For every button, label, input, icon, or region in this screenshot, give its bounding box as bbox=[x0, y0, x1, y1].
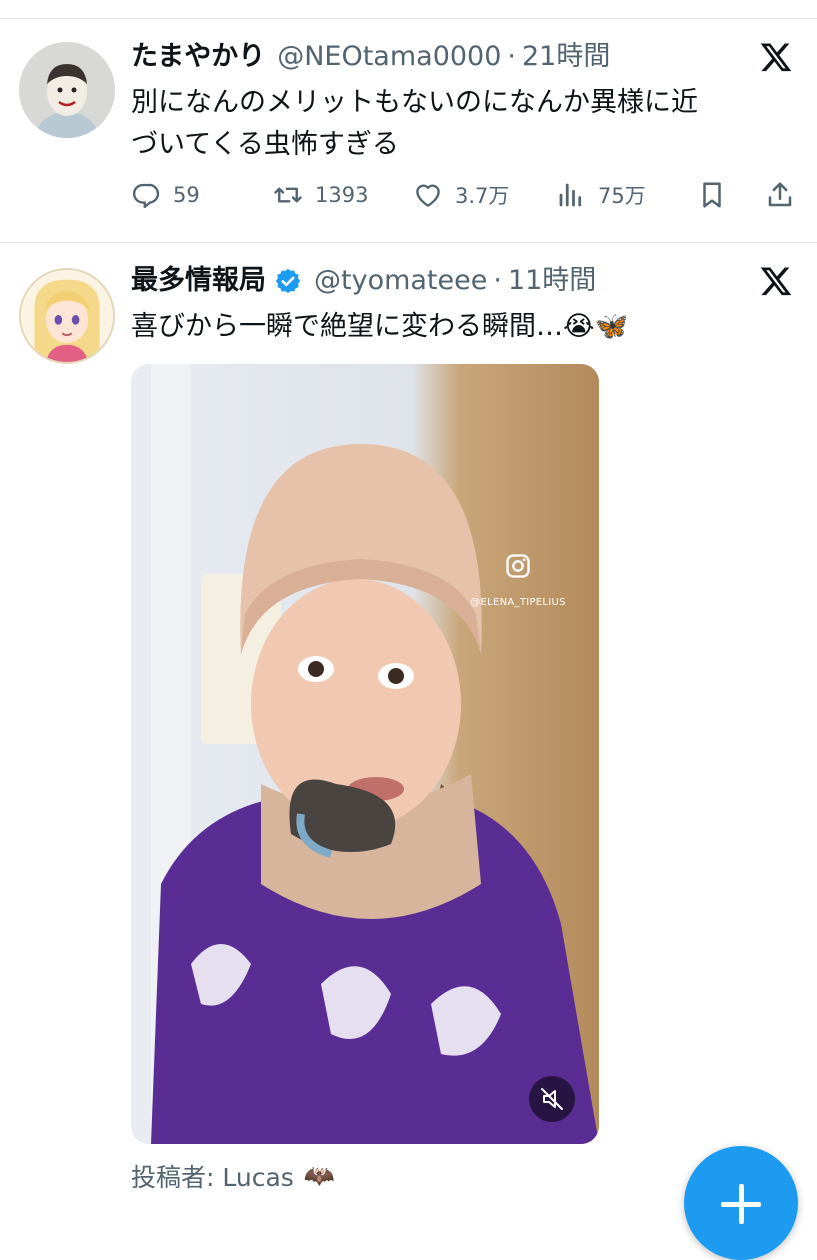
plus-icon-bar bbox=[721, 1202, 761, 1207]
tweet-2-display-name[interactable]: 最多情報局 bbox=[131, 264, 266, 298]
retweet-button[interactable]: 1393 bbox=[273, 180, 368, 210]
compose-button[interactable] bbox=[684, 1146, 798, 1260]
verified-badge-icon bbox=[275, 268, 301, 294]
tweet-2-video[interactable]: @ELENA_TIPELIUS bbox=[131, 364, 599, 1144]
tweet-1-text: 別になんのメリットもないのになんか異様に近 づいてくる虫怖すぎる bbox=[131, 82, 791, 166]
views-button[interactable]: 75万 bbox=[556, 180, 646, 210]
reply-count: 59 bbox=[173, 183, 200, 207]
tweet-1-separator: · bbox=[507, 41, 516, 72]
x-logo-icon[interactable] bbox=[759, 264, 793, 298]
retweet-icon bbox=[274, 187, 302, 203]
tweet-1-action-bar: 59 1393 3.7万 75万 bbox=[131, 180, 799, 220]
muted-speaker-icon bbox=[541, 1088, 563, 1110]
posted-by-text: 投稿者: Lucas bbox=[131, 1163, 294, 1192]
bookmark-icon bbox=[703, 182, 721, 208]
tweet-1-text-line-2: づいてくる虫怖すぎる bbox=[131, 129, 399, 160]
x-logo-icon[interactable] bbox=[759, 40, 793, 74]
video-frame bbox=[131, 364, 599, 1144]
share-icon bbox=[768, 182, 792, 207]
tweet-2-header: 最多情報局 @tyomateee · 11時間 bbox=[131, 264, 596, 298]
like-icon bbox=[416, 184, 440, 207]
tweet-1-handle[interactable]: @NEOtama0000 bbox=[277, 40, 501, 74]
reply-icon bbox=[132, 183, 160, 209]
posted-by-emoji: 🦇 bbox=[303, 1161, 335, 1190]
bookmark-button[interactable] bbox=[697, 180, 727, 210]
tweet-2-avatar[interactable] bbox=[19, 268, 115, 364]
tweet-1-display-name[interactable]: たまやかり bbox=[131, 40, 265, 74]
tweet-1-avatar[interactable] bbox=[19, 42, 115, 138]
watermark-text: @ELENA_TIPELIUS bbox=[470, 597, 566, 608]
posted-by[interactable]: 投稿者: Lucas 🦇 bbox=[131, 1158, 335, 1194]
like-button[interactable]: 3.7万 bbox=[413, 180, 509, 210]
tweet-2-handle[interactable]: @tyomateee bbox=[314, 264, 487, 298]
instagram-icon bbox=[506, 554, 530, 578]
retweet-count: 1393 bbox=[315, 183, 369, 207]
share-button[interactable] bbox=[765, 180, 795, 210]
mute-button[interactable] bbox=[529, 1076, 575, 1122]
tweet-1-header: たまやかり @NEOtama0000 · 21時間 bbox=[131, 40, 610, 74]
views-count: 75万 bbox=[598, 184, 646, 208]
tweet-2-timestamp[interactable]: 11時間 bbox=[508, 264, 596, 298]
tweet-1-timestamp[interactable]: 21時間 bbox=[522, 40, 610, 74]
watermark: @ELENA_TIPELIUS bbox=[468, 552, 568, 609]
reply-button[interactable]: 59 bbox=[131, 180, 200, 210]
tweet-2-separator: · bbox=[493, 265, 502, 296]
tweet-1[interactable]: たまやかり @NEOtama0000 · 21時間 別になんのメリットもないのに… bbox=[0, 0, 817, 242]
like-count: 3.7万 bbox=[455, 184, 510, 208]
views-icon bbox=[559, 183, 582, 207]
tweet-1-text-line-1: 別になんのメリットもないのになんか異様に近 bbox=[131, 87, 698, 118]
tweet-2-text: 喜びから一瞬で絶望に変わる瞬間…😭🦋 bbox=[131, 311, 629, 342]
